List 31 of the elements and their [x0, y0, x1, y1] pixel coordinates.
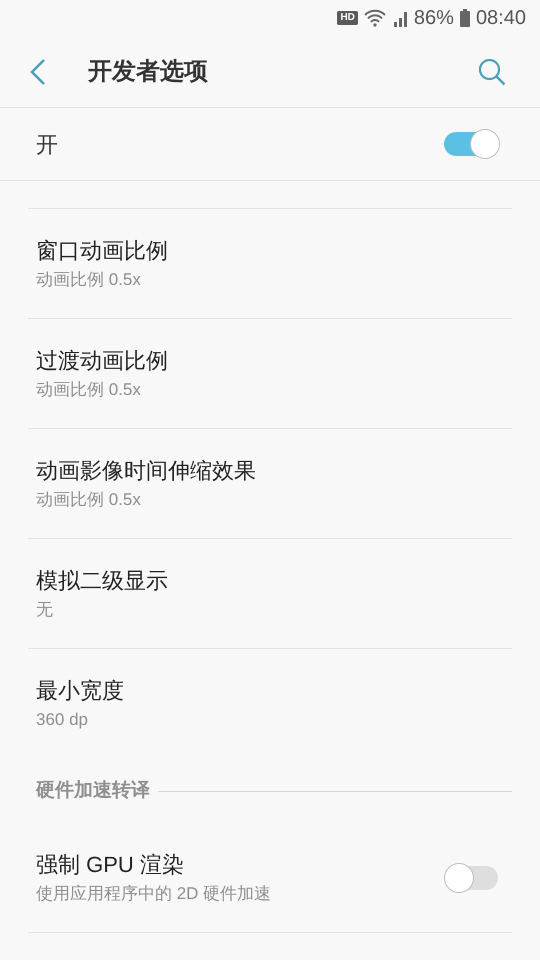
setting-title: 最小宽度	[36, 677, 125, 705]
clock-time: 08:40	[476, 6, 526, 31]
setting-summary: 无	[36, 598, 54, 620]
battery-percent: 86%	[414, 6, 454, 31]
setting-item[interactable]: 强制 GPU 渲染 使用应用程序中的 2D 硬件加速	[28, 848, 444, 906]
toggle-switch[interactable]	[444, 129, 500, 159]
battery-icon	[460, 9, 470, 27]
signal-icon	[392, 9, 408, 27]
setting-summary: 动画比例 0.5x	[36, 488, 142, 510]
setting-title: 窗口动画比例	[36, 236, 169, 264]
page-title: 开发者选项	[88, 56, 209, 86]
search-icon[interactable]	[478, 58, 506, 86]
wifi-icon	[364, 9, 386, 27]
setting-summary: 使用应用程序中的 2D 硬件加速	[36, 882, 272, 904]
setting-title: 强制 GPU 渲染	[36, 850, 185, 878]
toggle-switch[interactable]	[444, 862, 500, 892]
setting-summary: 360 dp	[36, 709, 89, 731]
section-header: 硬件加速转译	[36, 778, 150, 803]
setting-item[interactable]: 模拟二级显示 无	[28, 564, 512, 622]
hd-badge: HD	[337, 11, 358, 25]
setting-item[interactable]: 过渡动画比例 动画比例 0.5x	[28, 344, 512, 402]
setting-item[interactable]: 最小宽度 360 dp	[28, 675, 512, 733]
setting-title: 动画影像时间伸缩效果	[36, 456, 257, 484]
setting-summary: 动画比例 0.5x	[36, 268, 142, 290]
setting-title: 模拟二级显示	[36, 566, 169, 594]
setting-item[interactable]: 动画影像时间伸缩效果 动画比例 0.5x	[28, 454, 512, 512]
back-icon[interactable]	[30, 58, 46, 84]
setting-title: 过渡动画比例	[36, 346, 169, 374]
setting-summary: 动画比例 0.5x	[36, 378, 142, 400]
setting-item[interactable]: 窗口动画比例 动画比例 0.5x	[28, 234, 512, 292]
master-switch-label: 开	[36, 130, 59, 158]
